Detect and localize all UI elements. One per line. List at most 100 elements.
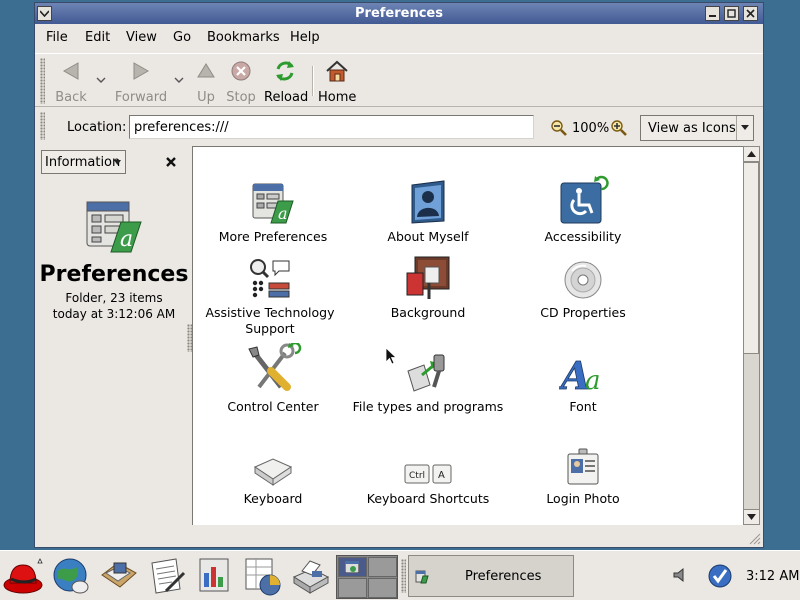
item-label: CD Properties <box>540 305 626 320</box>
item-assistive-technology[interactable]: Assistive Technology Support <box>193 249 350 337</box>
forward-label: Forward <box>114 90 168 105</box>
svg-text:a: a <box>585 366 601 395</box>
item-label: File types and programs <box>352 399 504 414</box>
presentation-icon[interactable] <box>194 555 236 597</box>
spreadsheet-icon[interactable] <box>242 555 284 597</box>
keyboard-icon <box>253 458 293 486</box>
bottom-panel: Preferences 3:12 AM <box>0 550 800 600</box>
close-button[interactable] <box>743 6 758 21</box>
workspace-switcher[interactable] <box>336 555 398 599</box>
taskbar-button-label: Preferences <box>465 569 542 584</box>
minimize-button[interactable] <box>705 6 720 21</box>
sidebar-item-count: Folder, 23 items <box>65 291 163 305</box>
location-input[interactable] <box>129 115 534 139</box>
icon-view: a More Preferences About Myself Accessib… <box>192 146 743 525</box>
item-accessibility[interactable]: Accessibility <box>503 173 663 245</box>
sidebar: Information a Preferences Folder, 23 ite… <box>37 146 192 524</box>
forward-history-arrow-icon[interactable] <box>174 76 184 84</box>
menu-bar: File Edit View Go Bookmarks Help <box>35 25 763 51</box>
about-myself-icon <box>411 180 445 224</box>
item-cd-properties[interactable]: CD Properties <box>503 249 663 321</box>
back-history-arrow-icon[interactable] <box>96 76 106 84</box>
item-font[interactable]: A a Font <box>503 343 663 415</box>
workspace-4[interactable] <box>368 578 397 598</box>
item-control-center[interactable]: Control Center <box>193 343 353 415</box>
preferences-folder-icon: a <box>86 201 142 253</box>
taskbar-button-preferences[interactable]: Preferences <box>408 555 574 597</box>
window-resize-grip[interactable] <box>747 531 761 545</box>
item-keyboard-shortcuts[interactable]: Ctrl A Keyboard Shortcuts <box>348 435 508 507</box>
sidebar-modified-time: today at 3:12:06 AM <box>52 307 176 321</box>
zoom-in-icon[interactable] <box>611 120 627 136</box>
back-button[interactable]: Back <box>51 56 91 105</box>
zoom-out-icon[interactable] <box>551 120 567 136</box>
item-label: Control Center <box>227 399 319 414</box>
sidebar-title: Preferences <box>39 262 189 287</box>
chevron-down-icon <box>114 160 121 165</box>
item-label: Assistive Technology Support <box>205 305 335 336</box>
font-icon: A a <box>559 353 601 395</box>
reload-icon <box>276 61 294 81</box>
scroll-down-button[interactable] <box>744 509 759 524</box>
home-button[interactable]: Home <box>318 56 356 105</box>
close-icon <box>746 9 755 18</box>
toolbar-separator <box>312 66 314 96</box>
item-keyboard[interactable]: Keyboard <box>193 435 353 507</box>
up-label: Up <box>197 90 215 105</box>
forward-button[interactable]: Forward <box>114 56 168 105</box>
up-button[interactable]: Up <box>193 56 219 105</box>
login-photo-icon <box>567 448 599 485</box>
menu-bookmarks[interactable]: Bookmarks <box>207 30 280 45</box>
accessibility-icon <box>560 175 609 224</box>
print-manager-icon[interactable] <box>290 555 332 597</box>
location-grip[interactable] <box>40 112 45 140</box>
item-login-photo[interactable]: Login Photo <box>503 435 663 507</box>
window-thumbnail-icon <box>344 560 360 574</box>
item-label: Accessibility <box>544 229 622 244</box>
menu-view[interactable]: View <box>126 30 157 45</box>
close-sidebar-icon[interactable] <box>165 156 177 168</box>
stop-icon <box>231 61 251 81</box>
menu-help[interactable]: Help <box>290 30 320 45</box>
item-background[interactable]: Background <box>348 249 508 321</box>
clock[interactable]: 3:12 AM <box>746 569 799 584</box>
back-arrow-icon <box>62 62 79 80</box>
item-label: Login Photo <box>546 491 620 506</box>
scroll-up-button[interactable] <box>744 147 759 162</box>
item-file-types[interactable]: File types and programs <box>348 343 508 415</box>
writer-icon[interactable] <box>146 555 188 597</box>
toolbar: Back Forward Up Stop Reload Home <box>35 53 763 107</box>
toolbar-grip[interactable] <box>40 58 45 104</box>
minimize-icon <box>709 15 716 17</box>
workspace-2[interactable] <box>368 557 397 577</box>
title-bar[interactable]: Preferences <box>35 3 763 24</box>
volume-icon[interactable] <box>672 567 688 583</box>
stop-label: Stop <box>226 90 256 105</box>
sidebar-selector[interactable]: Information <box>41 150 126 174</box>
web-browser-icon[interactable] <box>50 555 92 597</box>
main-menu-redhat-icon[interactable] <box>2 555 44 597</box>
control-center-icon <box>248 343 302 391</box>
workspace-3[interactable] <box>338 578 367 598</box>
zoom-level[interactable]: 100% <box>572 121 609 136</box>
tasklist-grip[interactable] <box>401 559 406 593</box>
item-about-myself[interactable]: About Myself <box>348 173 508 245</box>
update-status-icon[interactable] <box>707 563 733 589</box>
menu-go[interactable]: Go <box>173 30 191 45</box>
ctrl-key-label: Ctrl <box>409 471 425 481</box>
vertical-scrollbar[interactable] <box>743 146 760 525</box>
stop-button[interactable]: Stop <box>226 56 256 105</box>
email-icon[interactable] <box>98 555 140 597</box>
maximize-icon <box>727 9 736 18</box>
menu-edit[interactable]: Edit <box>85 30 110 45</box>
home-label: Home <box>318 90 357 105</box>
menu-file[interactable]: File <box>46 30 68 45</box>
scroll-up-icon <box>747 151 756 157</box>
reload-button[interactable]: Reload <box>264 56 308 105</box>
item-more-preferences[interactable]: a More Preferences <box>193 173 353 245</box>
maximize-button[interactable] <box>724 6 739 21</box>
scrollbar-thumb[interactable] <box>744 162 759 354</box>
sidebar-selector-label: Information <box>45 155 121 170</box>
view-as-dropdown[interactable]: View as Icons <box>640 115 754 141</box>
workspace-1[interactable] <box>338 557 367 577</box>
